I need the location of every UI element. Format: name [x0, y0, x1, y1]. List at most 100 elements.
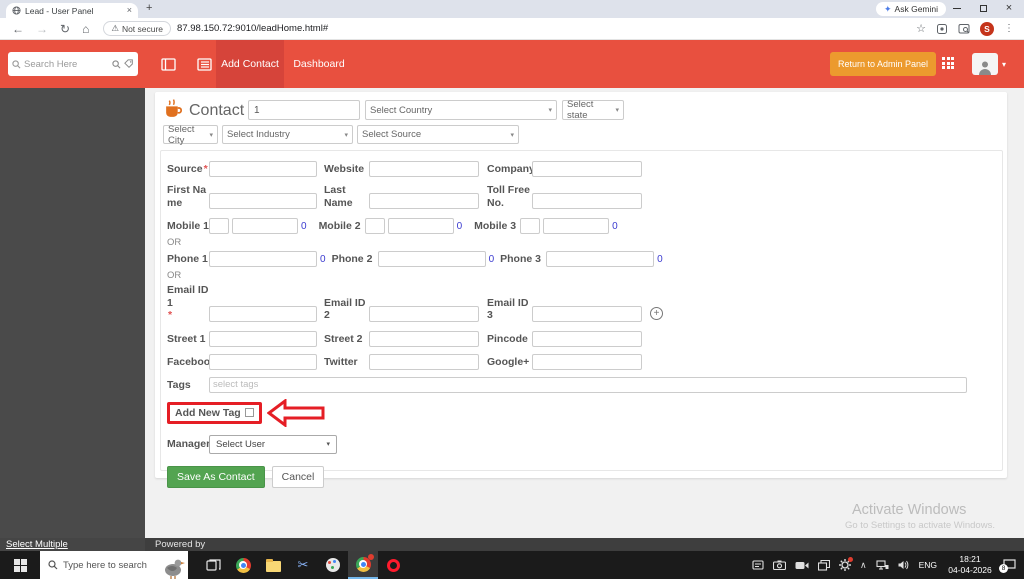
- email1-input[interactable]: [209, 305, 317, 322]
- return-to-admin-button[interactable]: Return to Admin Panel: [830, 52, 937, 76]
- reload-icon[interactable]: ↻: [60, 22, 70, 36]
- field-mobile1: Mobile 1* 0: [167, 218, 311, 235]
- window-minimize-button[interactable]: [946, 0, 968, 17]
- snipping-tool-icon[interactable]: ✂: [288, 551, 318, 579]
- taskbar-search-input[interactable]: [63, 559, 149, 571]
- serial-input[interactable]: [248, 100, 360, 120]
- home-icon[interactable]: ⌂: [82, 22, 89, 36]
- tags-input[interactable]: [209, 376, 967, 393]
- cancel-button[interactable]: Cancel: [271, 465, 325, 488]
- add-new-tag-checkbox[interactable]: [244, 408, 254, 418]
- security-chip[interactable]: ⚠ Not secure: [103, 21, 172, 36]
- search-submit-icon[interactable]: [112, 59, 121, 69]
- state-select[interactable]: Select state ▾: [562, 99, 624, 121]
- industry-select[interactable]: Select Industry ▾: [222, 125, 353, 144]
- video-camera-icon[interactable]: [795, 561, 809, 570]
- tab-dashboard[interactable]: Dashboard: [288, 40, 350, 88]
- annotation-highlight-box: Add New Tag: [167, 401, 262, 425]
- source-input[interactable]: [209, 161, 317, 177]
- company-input[interactable]: [532, 161, 642, 177]
- action-center-icon[interactable]: 8: [999, 559, 1016, 573]
- tray-app-icon[interactable]: [752, 560, 764, 570]
- email3-input[interactable]: [532, 305, 642, 322]
- phone3-input[interactable]: [546, 251, 655, 268]
- mobile3-input[interactable]: [543, 218, 610, 235]
- manager-select[interactable]: Select User ▾: [209, 434, 337, 454]
- file-explorer-icon[interactable]: [258, 551, 288, 579]
- camera-icon[interactable]: [772, 560, 786, 570]
- new-tab-button[interactable]: +: [146, 2, 152, 14]
- network-icon[interactable]: [876, 560, 889, 570]
- mobile3-code-input[interactable]: [520, 218, 541, 235]
- search-tabs-icon[interactable]: [958, 23, 970, 35]
- toll-free-input[interactable]: [532, 193, 642, 210]
- field-facebook: Facebook: [167, 353, 320, 370]
- email2-input[interactable]: [369, 305, 479, 322]
- first-name-input[interactable]: [209, 193, 317, 210]
- country-select[interactable]: Select Country ▾: [365, 100, 557, 120]
- windows-logo-icon: [13, 558, 27, 572]
- twitter-input[interactable]: [369, 353, 479, 370]
- field-pincode: Pincode: [487, 330, 642, 347]
- field-last-name: Last Name: [324, 184, 483, 210]
- tag-icon[interactable]: [124, 59, 134, 69]
- mobile2-code-input[interactable]: [364, 218, 385, 235]
- facebook-input[interactable]: [209, 353, 317, 370]
- language-indicator[interactable]: ENG: [919, 560, 937, 570]
- browser-tabstrip: Lead - User Panel × + ✦ Ask Gemini ×: [0, 0, 1024, 18]
- googleplus-input[interactable]: [532, 353, 642, 370]
- city-select[interactable]: Select City ▾: [163, 124, 218, 146]
- save-as-contact-button[interactable]: Save As Contact: [167, 465, 265, 488]
- page-title: Contact: [189, 102, 245, 119]
- street2-input[interactable]: [369, 330, 479, 347]
- field-mobile3: Mobile 3 0: [474, 218, 622, 235]
- warning-icon: ⚠: [111, 23, 119, 33]
- website-input[interactable]: [369, 161, 479, 177]
- user-avatar[interactable]: [972, 53, 998, 75]
- mobile2-input[interactable]: [387, 218, 454, 235]
- apps-grid-icon[interactable]: [942, 57, 956, 71]
- browser-tab[interactable]: Lead - User Panel ×: [6, 3, 138, 18]
- gear-icon[interactable]: [838, 557, 853, 571]
- tray-chevron-up-icon[interactable]: ∧: [860, 560, 867, 571]
- paint3d-icon[interactable]: [318, 551, 348, 579]
- chevron-down-icon: ▾: [510, 131, 514, 139]
- user-menu-caret-icon[interactable]: ▾: [1002, 60, 1006, 69]
- mobile1-input[interactable]: [232, 218, 298, 235]
- forward-icon[interactable]: →: [36, 22, 48, 36]
- window-stack-icon[interactable]: [817, 559, 830, 571]
- extensions-icon[interactable]: [936, 23, 948, 35]
- profile-avatar[interactable]: S: [980, 21, 994, 36]
- taskbar-search-box[interactable]: [40, 551, 188, 579]
- last-name-input[interactable]: [369, 193, 479, 210]
- tab-add-contact[interactable]: Add Contact: [216, 40, 284, 88]
- window-maximize-button[interactable]: [972, 0, 994, 17]
- taskbar-clock[interactable]: 18:21 04-04-2026: [946, 554, 994, 575]
- browser-menu-icon[interactable]: ⋮: [1004, 23, 1014, 34]
- mobile1-code-input[interactable]: [209, 218, 229, 235]
- task-view-icon[interactable]: [198, 551, 228, 579]
- tab-close-icon[interactable]: ×: [127, 6, 132, 15]
- window-close-button[interactable]: ×: [998, 0, 1020, 17]
- address-url[interactable]: 87.98.150.72:9010/leadHome.html#: [177, 23, 328, 34]
- street1-input[interactable]: [209, 330, 317, 347]
- source-select[interactable]: Select Source ▾: [357, 125, 519, 144]
- bookmark-star-icon[interactable]: ☆: [916, 22, 926, 35]
- opera-icon[interactable]: [378, 551, 408, 579]
- phone1-input[interactable]: [209, 251, 317, 268]
- chrome-active-icon[interactable]: [348, 551, 378, 579]
- pincode-input[interactable]: [532, 330, 642, 347]
- card-view-icon[interactable]: [158, 56, 178, 72]
- start-button[interactable]: [0, 551, 40, 579]
- field-company: Company: [487, 161, 642, 177]
- app-search-box[interactable]: [8, 52, 138, 76]
- ask-gemini-button[interactable]: ✦ Ask Gemini: [876, 2, 947, 16]
- add-email-icon[interactable]: +: [650, 306, 663, 320]
- chrome-icon[interactable]: [228, 551, 258, 579]
- app-search-input[interactable]: [24, 58, 109, 70]
- list-view-icon[interactable]: [194, 56, 214, 72]
- phone2-input[interactable]: [377, 251, 486, 268]
- speaker-icon[interactable]: [898, 560, 910, 570]
- select-multiple-link[interactable]: Select Multiple: [0, 538, 145, 551]
- back-icon[interactable]: ←: [12, 22, 24, 36]
